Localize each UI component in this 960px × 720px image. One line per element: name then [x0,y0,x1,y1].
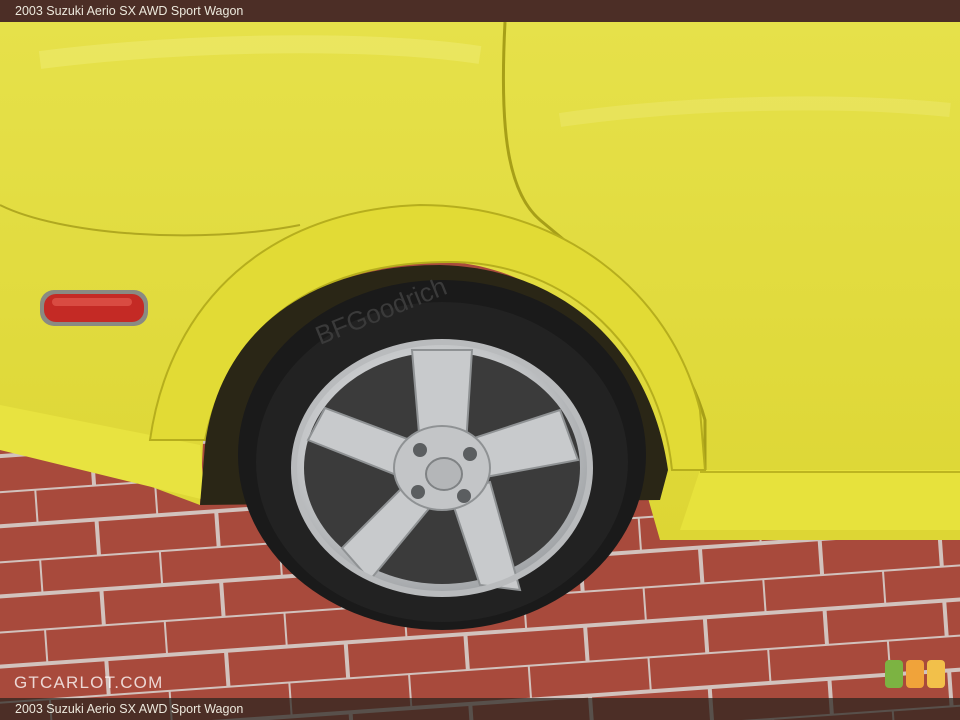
rating-badge [885,660,945,688]
badge-yellow-icon [927,660,945,688]
caption-bottom: 2003 Suzuki Aerio SX AWD Sport Wagon [0,698,960,720]
watermark-text: GTCARLOT.COM [14,673,164,692]
badge-orange-icon [906,660,924,688]
car-wheel-photo: BFGoodrich [0,21,960,720]
caption-top: 2003 Suzuki Aerio SX AWD Sport Wagon [0,0,960,22]
alloy-rim [291,339,593,597]
side-marker-light [40,290,148,326]
badge-green-icon [885,660,903,688]
